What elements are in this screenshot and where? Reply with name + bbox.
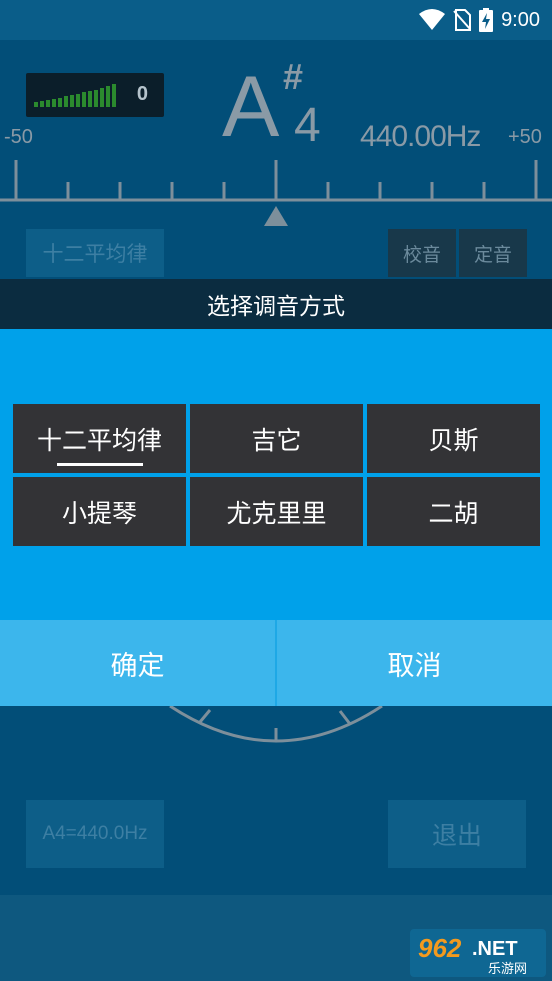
pitch-pointer-icon bbox=[264, 206, 288, 226]
option-label: 十二平均律 bbox=[36, 425, 162, 455]
option-label: 贝斯 bbox=[428, 425, 479, 455]
status-bar: 9:00 bbox=[0, 0, 552, 40]
exit-button[interactable]: 退出 bbox=[388, 800, 526, 868]
frequency-readout: 440.00Hz bbox=[360, 120, 481, 153]
fixed-pitch-button[interactable]: 定音 bbox=[459, 229, 527, 277]
status-time: 9:00 bbox=[501, 8, 540, 31]
cancel-button[interactable]: 取消 bbox=[277, 620, 552, 706]
no-sim-icon bbox=[453, 9, 472, 31]
option-label: 二胡 bbox=[428, 498, 479, 528]
note-octave: 4 bbox=[294, 99, 321, 152]
scale-max-label: +50 bbox=[508, 126, 542, 148]
selected-underline bbox=[57, 463, 143, 466]
note-accidental: # bbox=[283, 56, 304, 97]
svg-text:乐游网: 乐游网 bbox=[488, 962, 527, 977]
option-label: 尤克里里 bbox=[226, 498, 327, 528]
confirm-button[interactable]: 确定 bbox=[0, 620, 275, 706]
option-bass[interactable]: 贝斯 bbox=[367, 404, 540, 473]
svg-text:.NET: .NET bbox=[472, 938, 518, 960]
watermark-logo: 962 .NET 乐游网 bbox=[410, 929, 546, 977]
meter-count: 0 bbox=[136, 83, 148, 105]
option-ukulele[interactable]: 尤克里里 bbox=[190, 477, 363, 546]
wifi-icon bbox=[419, 9, 446, 30]
tuning-scale bbox=[0, 160, 552, 226]
battery-charging-icon bbox=[479, 8, 494, 32]
dialog-title: 选择调音方式 bbox=[0, 279, 552, 329]
option-twelve-tone[interactable]: 十二平均律 bbox=[13, 404, 186, 473]
svg-text:962: 962 bbox=[418, 933, 462, 963]
signal-level-bars bbox=[34, 84, 116, 107]
option-guitar[interactable]: 吉它 bbox=[190, 404, 363, 473]
option-label: 小提琴 bbox=[61, 498, 137, 528]
option-violin[interactable]: 小提琴 bbox=[13, 477, 186, 546]
note-name: A bbox=[222, 59, 280, 155]
signal-meter: 0 bbox=[26, 73, 164, 117]
temperament-button[interactable]: 十二平均律 bbox=[26, 229, 164, 277]
tuning-mode-dialog: 十二平均律 吉它 贝斯 小提琴 尤克里里 二胡 bbox=[0, 329, 552, 620]
status-icons: 9:00 bbox=[419, 8, 540, 32]
reference-pitch-button[interactable]: A4=440.0Hz bbox=[26, 800, 164, 868]
dial-arc bbox=[169, 706, 383, 743]
calibrate-button[interactable]: 校音 bbox=[388, 229, 456, 277]
option-label: 吉它 bbox=[251, 425, 302, 455]
dialog-footer: 确定 取消 bbox=[0, 620, 552, 706]
option-erhu[interactable]: 二胡 bbox=[367, 477, 540, 546]
scale-min-label: -50 bbox=[4, 126, 33, 148]
